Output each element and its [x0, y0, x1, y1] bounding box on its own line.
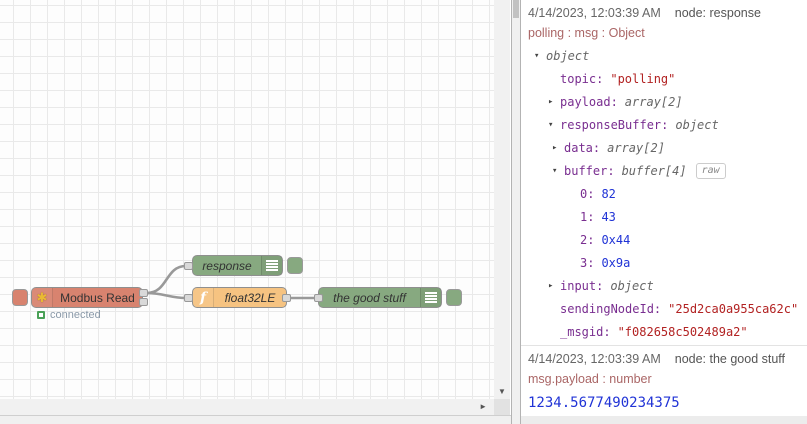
tree-row-data[interactable]: ▸ data: array[2]	[528, 136, 807, 159]
tree-value: 82	[601, 186, 616, 201]
debug-sidebar[interactable]: 4/14/2023, 12:03:39 AM node: response po…	[521, 0, 807, 424]
debug-message-topic: polling : msg : Object	[528, 26, 645, 40]
node-response[interactable]: response	[192, 255, 283, 276]
node-label: float32LE	[224, 290, 276, 305]
debug-lines-icon	[261, 256, 282, 275]
collapse-arrow-icon[interactable]: ▾	[548, 120, 560, 130]
tree-key: buffer:	[564, 163, 615, 178]
tree-key: responseBuffer:	[560, 117, 669, 132]
tree-key: 0:	[580, 186, 595, 201]
collapse-arrow-icon[interactable]: ▾	[552, 166, 564, 176]
sidebar-scrollbar-thumb[interactable]	[513, 0, 519, 18]
tree-row-buffer-3: 3: 0x9a	[528, 251, 807, 274]
sidebar-splitter[interactable]	[511, 0, 521, 424]
debug-message: 4/14/2023, 12:03:39 AM node: the good st…	[521, 346, 807, 419]
tree-row-msgid: _msgid: "f082658c502489a2"	[528, 320, 807, 343]
float32le-input-port[interactable]	[184, 294, 193, 302]
tree-value: buffer[4]	[621, 163, 687, 178]
tree-row-input[interactable]: ▸ input: object	[528, 274, 807, 297]
float32le-output-port[interactable]	[282, 294, 291, 302]
tree-value: 43	[601, 209, 616, 224]
tree-value: 0x9a	[601, 255, 631, 270]
canvas-horizontal-scrollbar[interactable]: ►	[0, 399, 510, 415]
canvas-vertical-scrollbar[interactable]: ▼	[494, 0, 510, 399]
debug-lines-icon	[420, 288, 441, 307]
tree-value: object	[546, 48, 590, 63]
tree-row-buffer-1: 1: 43	[528, 205, 807, 228]
tree-key: topic:	[560, 71, 604, 86]
canvas-footer	[0, 415, 511, 424]
node-modbus-read[interactable]: ✱ Modbus Read	[31, 287, 143, 308]
scroll-down-arrow-icon[interactable]: ▼	[494, 387, 510, 396]
modbus-node-button[interactable]	[12, 289, 28, 306]
node-label: response	[202, 258, 252, 273]
tree-value: array[2]	[607, 140, 665, 155]
tree-key: 2:	[580, 232, 595, 247]
tree-row-object[interactable]: ▾ object	[528, 44, 807, 67]
tree-key: payload:	[560, 94, 618, 109]
expand-arrow-icon[interactable]: ▸	[548, 281, 560, 291]
next-message-partial	[521, 416, 807, 424]
raw-toggle-button[interactable]: raw	[695, 162, 726, 179]
collapse-arrow-icon[interactable]: ▾	[534, 51, 546, 61]
source-node-name: node: the good stuff	[674, 352, 786, 366]
timestamp: 4/14/2023, 12:03:39 AM	[528, 352, 661, 366]
tree-key: _msgid:	[560, 324, 611, 339]
goodstuff-toggle-button[interactable]	[446, 289, 462, 306]
node-red-app: ✱ Modbus Read connected response f float…	[0, 0, 807, 424]
modbus-output-port-1[interactable]	[139, 289, 148, 297]
scrollbar-corner	[494, 399, 510, 415]
tree-value: "f082658c502489a2"	[617, 324, 748, 339]
debug-payload-number: 1234.5677490234375	[528, 395, 680, 411]
canvas-grid[interactable]	[0, 0, 494, 399]
node-float32le[interactable]: f float32LE	[192, 287, 287, 308]
tree-row-buffer[interactable]: ▾ buffer: buffer[4] raw	[528, 159, 807, 182]
tree-key: data:	[564, 140, 601, 155]
tree-value: 0x44	[601, 232, 631, 247]
debug-message-header: 4/14/2023, 12:03:39 AM node: the good st…	[528, 350, 807, 368]
modbus-output-port-2[interactable]	[139, 298, 148, 306]
tree-row-payload[interactable]: ▸ payload: array[2]	[528, 90, 807, 113]
node-label: Modbus Read	[60, 290, 135, 305]
tree-value: "25d2ca0a955ca62c"	[668, 301, 799, 316]
status-ring-icon	[37, 311, 45, 319]
tree-value: array[2]	[624, 94, 683, 109]
tree-value: object	[675, 117, 719, 132]
tree-value: object	[610, 278, 654, 293]
node-label: the good stuff	[333, 290, 406, 305]
modbus-status: connected	[37, 309, 101, 321]
tree-key: sendingNodeId:	[560, 301, 662, 316]
tree-row-buffer-0: 0: 82	[528, 182, 807, 205]
tree-row-responsebuffer[interactable]: ▾ responseBuffer: object	[528, 113, 807, 136]
node-the-good-stuff[interactable]: the good stuff	[318, 287, 442, 308]
modbus-flower-icon: ✱	[32, 288, 53, 307]
status-text: connected	[50, 309, 101, 321]
tree-row-buffer-2: 2: 0x44	[528, 228, 807, 251]
timestamp: 4/14/2023, 12:03:39 AM	[528, 6, 661, 20]
response-toggle-button[interactable]	[287, 257, 303, 274]
expand-arrow-icon[interactable]: ▸	[552, 143, 564, 153]
tree-key: input:	[560, 278, 604, 293]
expand-arrow-icon[interactable]: ▸	[548, 97, 560, 107]
debug-message: 4/14/2023, 12:03:39 AM node: response po…	[521, 0, 807, 346]
tree-row-sendingnodeid: sendingNodeId: "25d2ca0a955ca62c"	[528, 297, 807, 320]
goodstuff-input-port[interactable]	[314, 294, 323, 302]
function-f-icon: f	[193, 288, 214, 307]
debug-message-header: 4/14/2023, 12:03:39 AM node: response	[528, 4, 807, 22]
response-input-port[interactable]	[184, 262, 193, 270]
tree-key: 3:	[580, 255, 595, 270]
source-node-name: node: response	[674, 6, 761, 20]
tree-key: 1:	[580, 209, 595, 224]
debug-message-topic: msg.payload : number	[528, 372, 652, 386]
flow-canvas[interactable]: ✱ Modbus Read connected response f float…	[0, 0, 511, 424]
tree-value: "polling"	[610, 71, 676, 86]
tree-row-topic: topic: "polling"	[528, 67, 807, 90]
scroll-right-arrow-icon[interactable]: ►	[479, 402, 487, 411]
